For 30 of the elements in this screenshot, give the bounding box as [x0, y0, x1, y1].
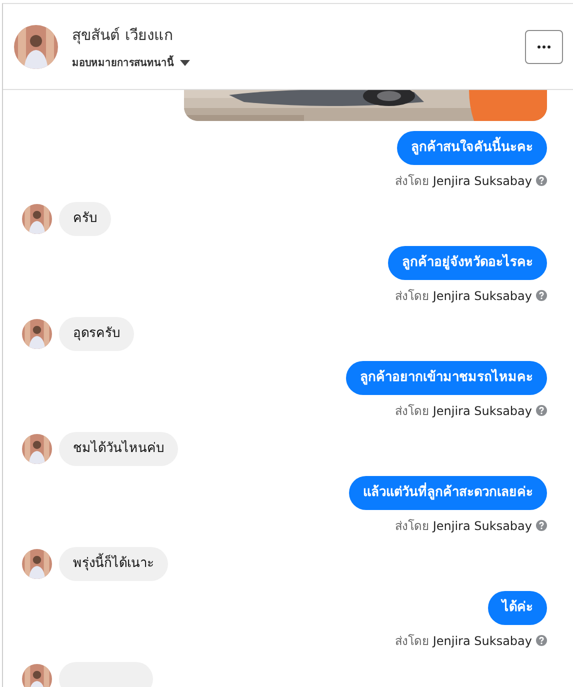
more-icon — [537, 44, 551, 48]
help-icon[interactable] — [536, 635, 547, 646]
help-icon[interactable] — [536, 290, 547, 301]
assign-dropdown[interactable]: มอบหมายการสนทนานี้ — [72, 55, 190, 70]
sent-by-text: ส่งโดย Jenjira Suksabay — [395, 173, 532, 190]
avatar — [22, 434, 52, 464]
avatar — [22, 664, 52, 687]
message-bubble: ชมได้วันไหนค่บ — [59, 432, 178, 466]
avatar — [22, 549, 52, 579]
help-icon[interactable] — [536, 175, 547, 186]
sent-by-text: ส่งโดย Jenjira Suksabay — [395, 518, 532, 535]
contact-name: สุขสันต์ เวียงแก — [72, 25, 174, 46]
message-bubble: ครับ — [59, 202, 111, 236]
message-bubble: แล้วแต่วันที่ลูกค้าสะดวกเลยค่ะ — [349, 476, 547, 510]
message-bubble: อุดรครับ — [59, 317, 134, 351]
message-bubble: ลูกค้าอยากเข้ามาชมรถไหมคะ — [346, 361, 547, 395]
sent-by-text: ส่งโดย Jenjira Suksabay — [395, 288, 532, 305]
sent-by-text: ส่งโดย Jenjira Suksabay — [395, 633, 532, 650]
sent-by-text: ส่งโดย Jenjira Suksabay — [395, 403, 532, 420]
more-button[interactable] — [525, 30, 563, 64]
help-icon[interactable] — [536, 405, 547, 416]
message-bubble: พรุ่งนี้ก็ได้เนาะ — [59, 547, 168, 581]
avatar — [22, 319, 52, 349]
message-bubble: ลูกค้าสนใจคันนี้นะคะ — [397, 131, 547, 165]
avatar — [22, 204, 52, 234]
avatar — [14, 24, 58, 68]
caret-icon — [180, 60, 190, 66]
message-bubble: ได้ค่ะ — [488, 591, 547, 625]
message-bubble: ลูกค้าอยู่จังหวัดอะไรคะ — [388, 246, 547, 280]
help-icon[interactable] — [536, 520, 547, 531]
